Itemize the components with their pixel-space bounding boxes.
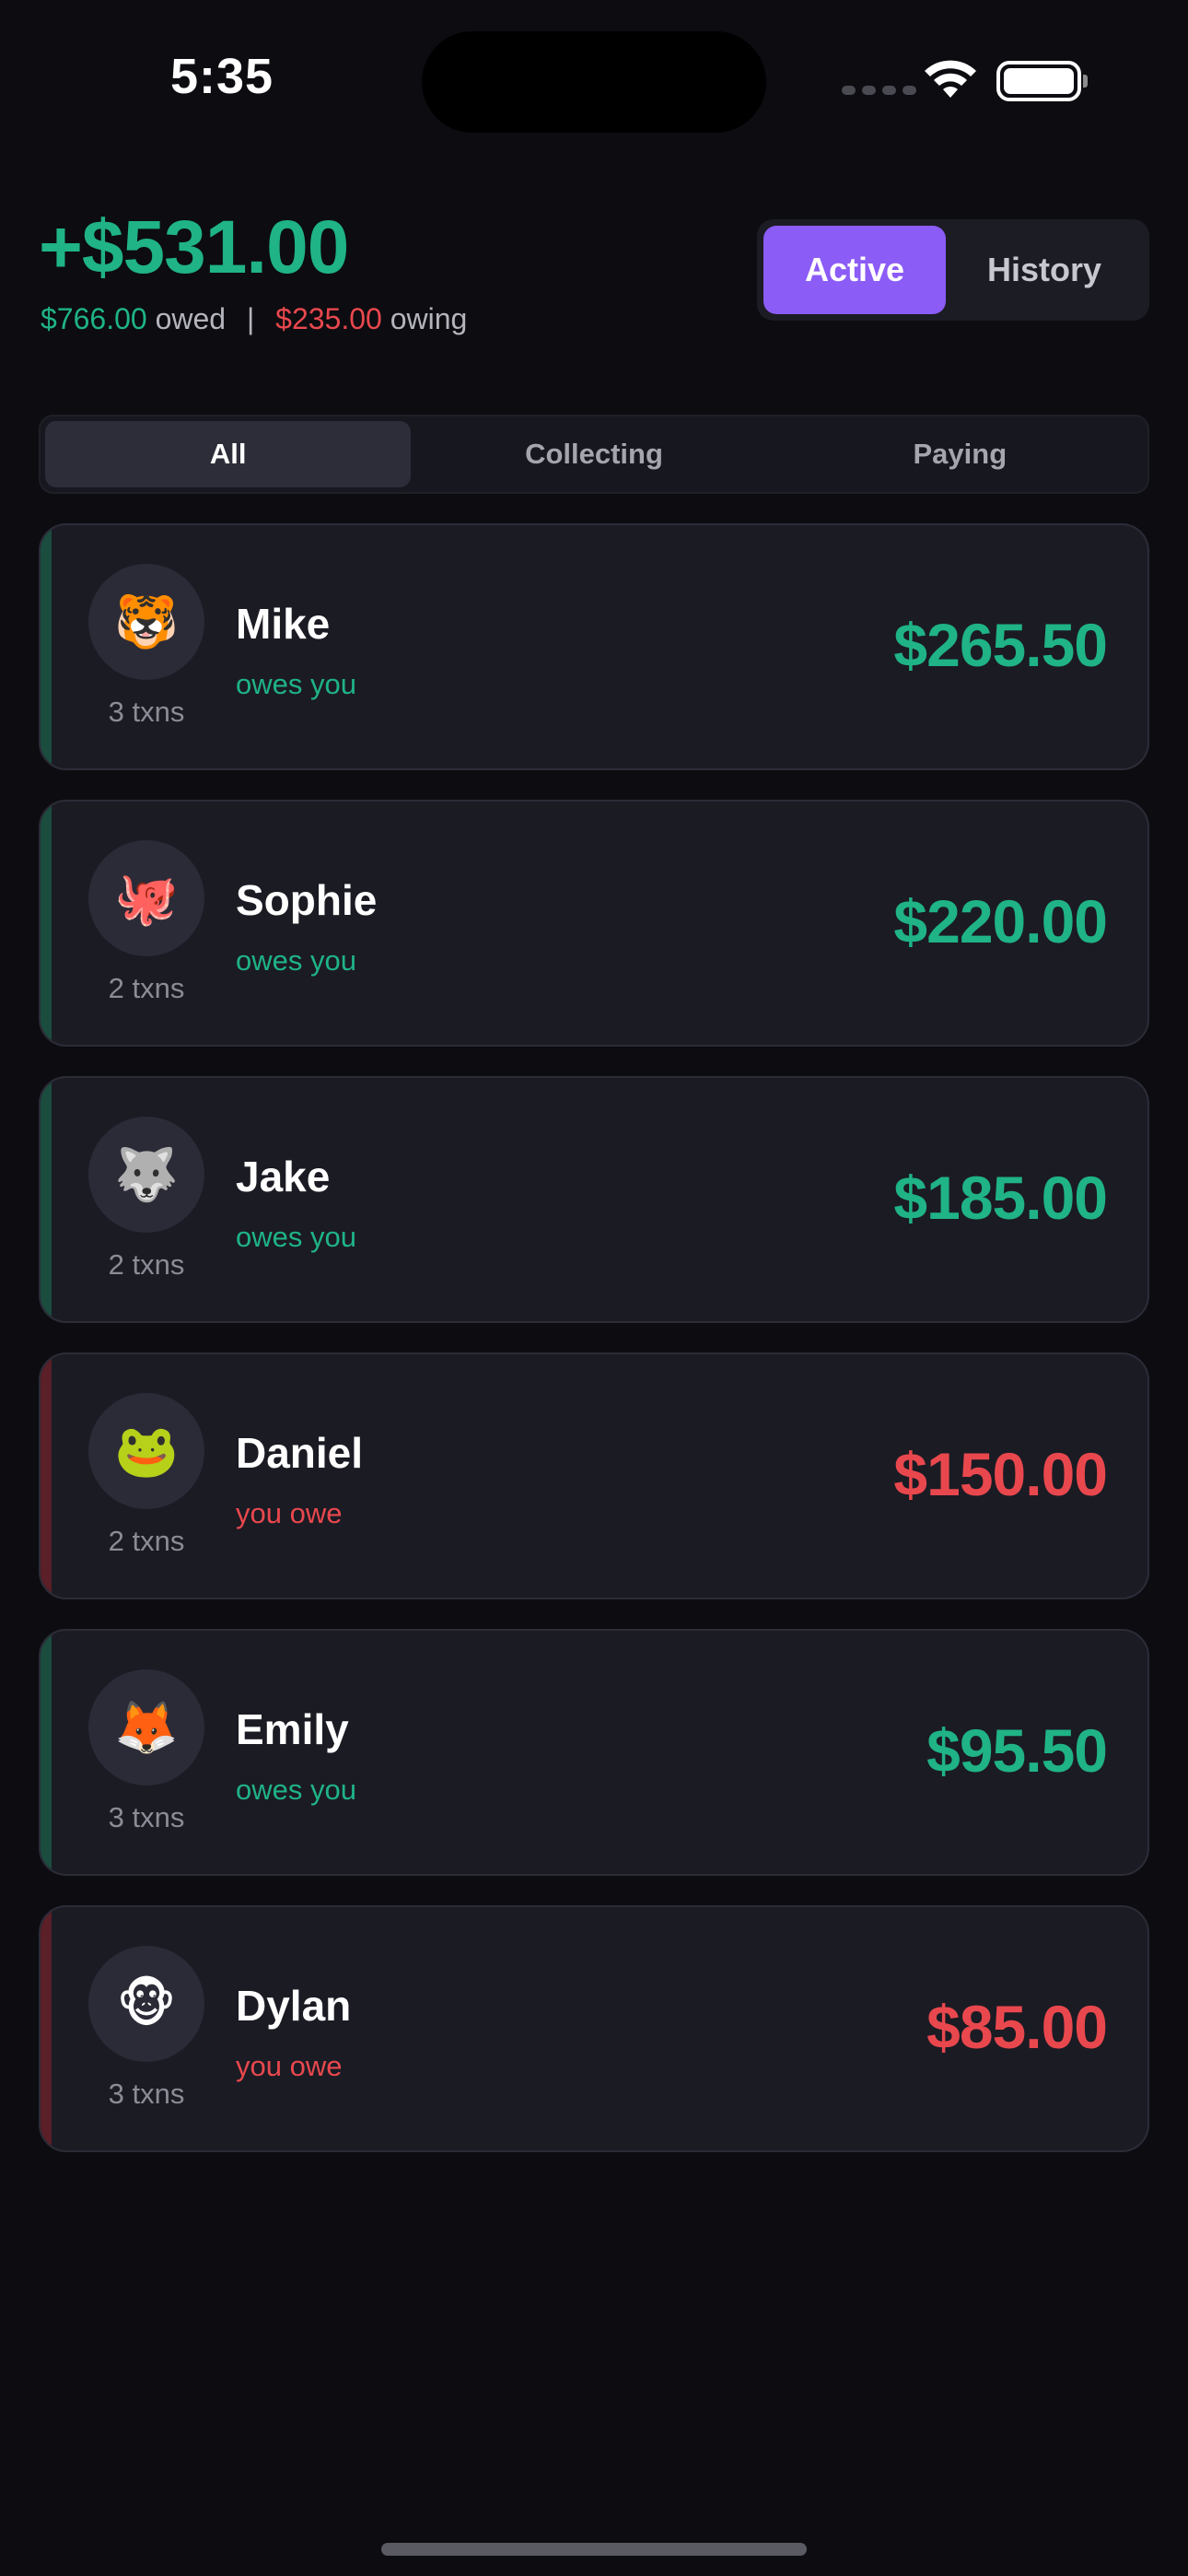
owing-amount: $235.00 <box>275 302 382 335</box>
monkey-face-icon: 🐵 <box>88 1946 204 2062</box>
relation-label: you owe <box>236 1497 343 1529</box>
card-accent-bar <box>41 1907 52 2150</box>
octopus-icon: 🐙 <box>88 840 204 956</box>
transaction-count: 3 txns <box>108 696 185 728</box>
person-name: Daniel <box>236 1429 364 1477</box>
relation-label: owes you <box>236 668 356 700</box>
tiger-face-icon: 🐯 <box>88 564 204 680</box>
card-accent-bar <box>41 1631 52 1874</box>
balance-amount: $150.00 <box>893 1440 1108 1508</box>
person-name: Jake <box>236 1153 331 1200</box>
owed-amount: $766.00 <box>41 302 147 335</box>
history-tab-button[interactable]: History <box>946 226 1143 314</box>
person-name: Sophie <box>236 876 378 924</box>
transaction-count: 3 txns <box>108 1801 185 1833</box>
frog-face-icon: 🐸 <box>88 1393 204 1509</box>
balance-amount: $185.00 <box>893 1164 1108 1232</box>
breakdown-separator: | <box>246 302 255 335</box>
transaction-count: 2 txns <box>108 1248 185 1281</box>
person-name: Dylan <box>236 1982 352 2030</box>
transaction-count: 3 txns <box>108 2078 185 2110</box>
balance-breakdown: $766.00 owed | $235.00 owing <box>41 302 467 336</box>
card-accent-bar <box>41 1078 52 1321</box>
balances-list: 🐯 3 txns Mike owes you $265.50 🐙 2 txns … <box>39 523 1149 2182</box>
status-time: 5:35 <box>170 49 274 104</box>
card-accent-bar <box>41 1354 52 1598</box>
owed-label: owed <box>155 302 227 335</box>
relation-label: owes you <box>236 944 356 977</box>
active-tab-button[interactable]: Active <box>763 226 946 314</box>
fox-face-icon: 🦊 <box>88 1669 204 1786</box>
person-card[interactable]: 🐯 3 txns Mike owes you $265.50 <box>39 523 1149 770</box>
person-card[interactable]: 🐺 2 txns Jake owes you $185.00 <box>39 1076 1149 1323</box>
owing-label: owing <box>390 302 468 335</box>
balance-amount: $95.50 <box>926 1716 1108 1785</box>
app-screen: 5:35 +$531.00 $766.00 owed | $235.00 owi… <box>0 0 1188 2576</box>
filter-tab-collecting[interactable]: Collecting <box>411 421 776 487</box>
home-indicator[interactable] <box>381 2543 807 2556</box>
filter-tab-paying[interactable]: Paying <box>777 421 1143 487</box>
card-accent-bar <box>41 802 52 1045</box>
balance-amount: $220.00 <box>893 887 1108 955</box>
person-name: Emily <box>236 1705 349 1753</box>
person-card[interactable]: 🐙 2 txns Sophie owes you $220.00 <box>39 800 1149 1047</box>
person-card[interactable]: 🦊 3 txns Emily owes you $95.50 <box>39 1629 1149 1876</box>
balance-amount: $85.00 <box>926 1993 1108 2061</box>
view-toggle: Active History <box>757 219 1149 321</box>
person-name: Mike <box>236 600 331 648</box>
relation-label: owes you <box>236 1221 356 1253</box>
dynamic-island <box>422 31 766 133</box>
cellular-signal-icon <box>842 86 916 95</box>
relation-label: you owe <box>236 2050 343 2082</box>
person-card[interactable]: 🐵 3 txns Dylan you owe $85.00 <box>39 1905 1149 2152</box>
wolf-face-icon: 🐺 <box>88 1117 204 1233</box>
relation-label: owes you <box>236 1774 356 1806</box>
filter-tabs: All Collecting Paying <box>39 415 1149 494</box>
person-card[interactable]: 🐸 2 txns Daniel you owe $150.00 <box>39 1352 1149 1599</box>
net-balance: +$531.00 <box>39 205 349 289</box>
wifi-icon <box>925 60 976 98</box>
transaction-count: 2 txns <box>108 972 185 1004</box>
balance-amount: $265.50 <box>893 611 1108 679</box>
card-accent-bar <box>41 525 52 768</box>
battery-icon <box>996 61 1088 101</box>
filter-tab-all[interactable]: All <box>45 421 412 487</box>
transaction-count: 2 txns <box>108 1525 185 1557</box>
